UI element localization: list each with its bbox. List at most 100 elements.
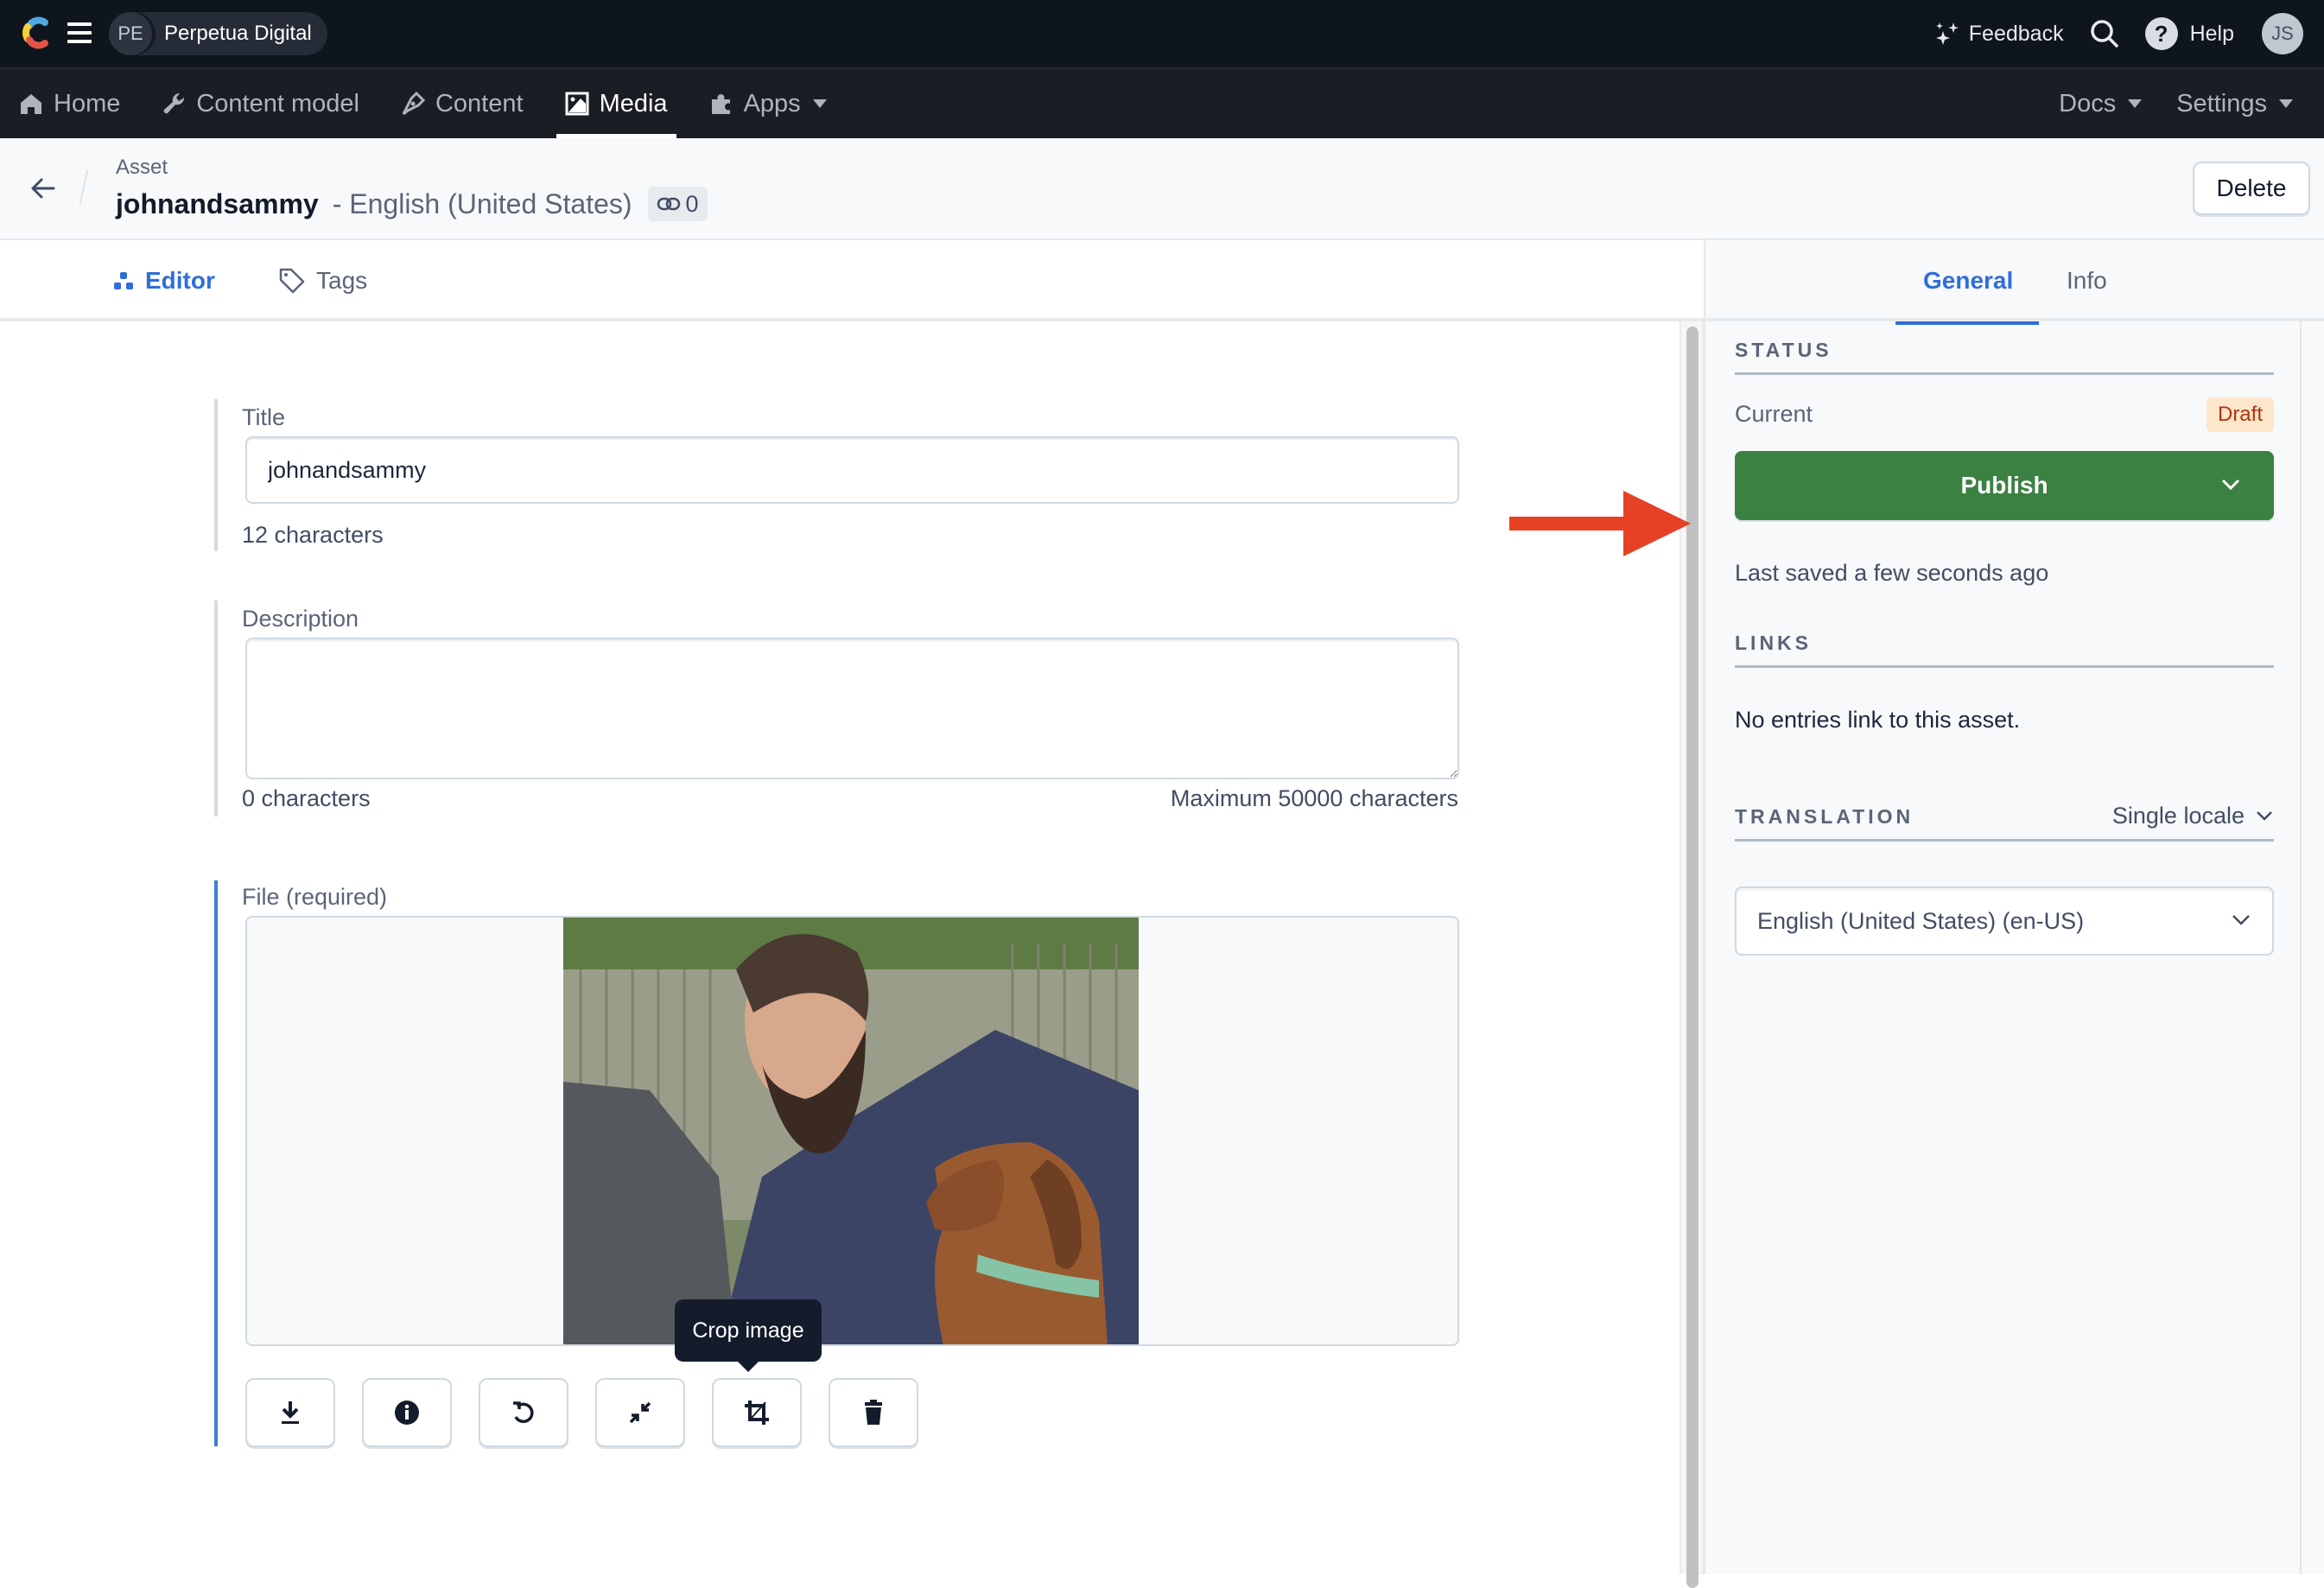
photo-illustration [563, 918, 1139, 1344]
nav-item-content[interactable]: Content [401, 69, 524, 138]
space-initials: PE [109, 12, 152, 55]
file-label: File (required) [242, 884, 388, 910]
chevron-down-icon[interactable] [2220, 476, 2241, 493]
nav-item-settings[interactable]: Settings [2176, 69, 2293, 138]
last-saved-text: Last saved a few seconds ago [1735, 560, 2049, 586]
locale-mode-label: Single locale [2111, 802, 2245, 829]
title-input[interactable] [245, 436, 1459, 504]
trash-icon [865, 1400, 882, 1425]
replace-button[interactable] [479, 1378, 568, 1447]
info-icon [395, 1401, 419, 1425]
nav-item-label: Apps [743, 89, 801, 118]
editor-dots-icon [114, 272, 133, 289]
asset-kind-label: Asset [116, 156, 168, 179]
pen-icon [402, 92, 425, 116]
title-label: Title [242, 404, 286, 430]
puzzle-icon [711, 94, 730, 114]
locale-select[interactable]: English (United States) (en-US) [1735, 886, 2274, 956]
space-name: Perpetua Digital [164, 22, 312, 45]
asset-title: johnandsammy [116, 187, 319, 219]
tab-general[interactable]: General [1895, 240, 2040, 325]
locale-mode-dropdown[interactable]: Single locale [2112, 795, 2274, 836]
tab-label: Editor [145, 267, 215, 294]
info-button[interactable] [362, 1378, 452, 1447]
caret-down-icon [2279, 99, 2293, 108]
tag-icon [279, 268, 305, 294]
editor-form: Title 12 characters Description 0 charac… [0, 321, 1681, 1574]
help-label: Help [2189, 21, 2234, 46]
image-icon [565, 92, 589, 116]
resize-button[interactable] [595, 1378, 685, 1447]
rotate-icon [513, 1401, 534, 1424]
sidebar-scrollbar[interactable] [2300, 321, 2324, 1574]
editor-tabs: Editor Tags [0, 240, 1704, 325]
delete-button[interactable]: Delete [2193, 162, 2310, 215]
chevron-down-icon [2232, 915, 2250, 925]
download-button[interactable] [245, 1378, 335, 1447]
links-heading: LINKS [1735, 632, 2274, 668]
nav-item-label: Docs [2059, 89, 2117, 118]
file-preview [245, 916, 1459, 1346]
wrench-icon [164, 92, 185, 114]
nav-item-apps[interactable]: Apps [709, 69, 827, 138]
tab-label: Tags [316, 267, 368, 294]
annotation-arrow-icon [1509, 491, 1691, 556]
link-icon [657, 197, 680, 211]
top-bar: PE Perpetua Digital Feedback ? Help JS [0, 0, 2324, 67]
tab-editor[interactable]: Editor [74, 240, 243, 325]
nav-item-label: Content model [196, 89, 359, 118]
links-count: 0 [685, 190, 699, 217]
asset-header: Asset johnandsammy - English (United Sta… [0, 138, 2324, 240]
links-count-badge[interactable]: 0 [647, 187, 708, 221]
feedback-button[interactable]: Feedback [1934, 21, 2064, 47]
menu-icon[interactable] [67, 22, 92, 43]
asset-locale: - English (United States) [332, 187, 632, 219]
tab-info[interactable]: Info [2067, 240, 2107, 321]
caret-down-icon [812, 99, 827, 108]
crop-image-tooltip: Crop image [675, 1299, 822, 1372]
delete-file-button[interactable] [829, 1378, 918, 1447]
sidebar-tabs: General Info [1705, 240, 2324, 325]
compress-icon [629, 1401, 651, 1424]
nav-item-media[interactable]: Media [556, 69, 676, 138]
status-badge: Draft [2206, 397, 2274, 432]
contentful-logo-icon[interactable] [21, 16, 50, 50]
feedback-label: Feedback [1968, 21, 2064, 46]
description-char-count: 0 characters [242, 785, 371, 811]
user-avatar[interactable]: JS [2262, 13, 2303, 54]
space-switcher[interactable]: PE Perpetua Digital [109, 12, 327, 55]
publish-button[interactable]: Publish [1735, 451, 2274, 520]
links-empty-text: No entries link to this asset. [1735, 707, 2021, 733]
crop-button[interactable] [712, 1378, 802, 1447]
help-icon: ? [2144, 17, 2178, 50]
description-textarea[interactable] [245, 638, 1459, 779]
locale-select-value: English (United States) (en-US) [1757, 907, 2085, 934]
back-arrow-icon[interactable] [28, 173, 59, 204]
asset-image-preview[interactable] [563, 918, 1139, 1344]
file-actions [245, 1378, 945, 1447]
nav-item-docs[interactable]: Docs [2059, 69, 2143, 138]
entity-sidebar: General Info STATUS Current Draft Publis… [1704, 240, 2324, 1574]
title-char-count: 12 characters [242, 522, 384, 548]
description-label: Description [242, 606, 359, 632]
publish-label: Publish [1960, 472, 2048, 499]
sparkle-icon [1935, 22, 1959, 45]
current-status-label: Current [1735, 401, 1813, 427]
nav-item-home[interactable]: Home [19, 69, 120, 138]
tab-tags[interactable]: Tags [278, 240, 367, 321]
nav-item-label: Settings [2176, 89, 2267, 118]
description-max-chars: Maximum 50000 characters [1170, 785, 1458, 811]
file-field: File (required) [214, 880, 1459, 1447]
download-icon [282, 1401, 299, 1424]
status-heading: STATUS [1735, 339, 2274, 375]
nav-item-content-model[interactable]: Content model [162, 69, 359, 138]
search-button[interactable] [2090, 19, 2119, 48]
nav-item-label: Home [54, 89, 121, 118]
help-button[interactable]: ? Help [2144, 17, 2234, 50]
home-icon [21, 94, 41, 114]
caret-down-icon [2128, 99, 2143, 108]
crop-icon [745, 1401, 769, 1425]
nav-item-label: Media [599, 89, 668, 118]
description-field: Description 0 characters Maximum 50000 c… [214, 600, 1459, 816]
title-field: Title 12 characters [214, 399, 1459, 551]
